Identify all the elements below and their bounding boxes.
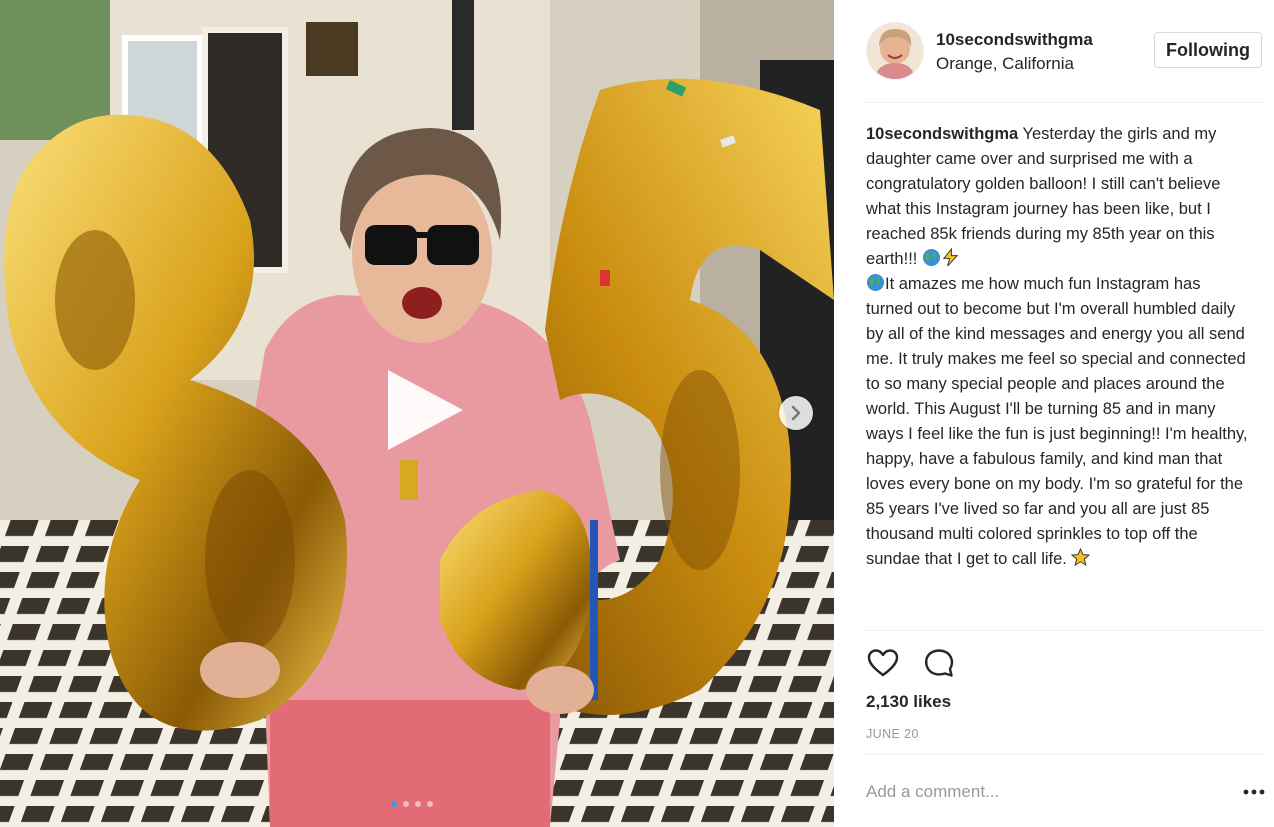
next-slide-button[interactable] bbox=[779, 396, 813, 430]
divider bbox=[866, 754, 1266, 755]
post-actions bbox=[866, 646, 956, 680]
divider bbox=[866, 630, 1266, 631]
carousel-dot bbox=[427, 801, 433, 807]
caption-text: It amazes me how much fun Instagram has … bbox=[866, 275, 1248, 568]
play-icon[interactable] bbox=[378, 365, 468, 455]
carousel-dot bbox=[403, 801, 409, 807]
carousel-dot bbox=[415, 801, 421, 807]
caption-username-link[interactable]: 10secondswithgma bbox=[866, 125, 1018, 143]
post-caption: 10secondswithgma Yesterday the girls and… bbox=[866, 122, 1248, 628]
heart-icon bbox=[867, 649, 899, 677]
comment-icon bbox=[925, 649, 954, 677]
add-comment-input[interactable]: Add a comment... bbox=[866, 782, 999, 802]
divider bbox=[866, 102, 1266, 103]
post-media[interactable] bbox=[0, 0, 834, 827]
profile-picture bbox=[867, 23, 923, 79]
following-button[interactable]: Following bbox=[1154, 32, 1262, 68]
high-voltage-emoji-icon bbox=[942, 248, 959, 267]
more-options-icon[interactable] bbox=[1242, 782, 1266, 802]
globe-emoji-icon bbox=[922, 248, 941, 267]
likes-count[interactable]: 2,130 likes bbox=[866, 692, 951, 712]
caption-text: Yesterday the girls and my daughter came… bbox=[866, 125, 1221, 268]
avatar[interactable] bbox=[866, 22, 924, 80]
post-date: JUNE 20 bbox=[866, 727, 919, 741]
globe-emoji-icon bbox=[866, 273, 885, 292]
chevron-right-icon bbox=[791, 405, 801, 421]
username-link[interactable]: 10secondswithgma bbox=[936, 30, 1093, 50]
location-link[interactable]: Orange, California bbox=[936, 54, 1074, 74]
instagram-post: 10secondswithgma Orange, California Foll… bbox=[0, 0, 1274, 827]
comment-button[interactable] bbox=[922, 646, 956, 680]
post-header: 10secondswithgma Orange, California Foll… bbox=[866, 22, 1266, 84]
carousel-dot bbox=[391, 801, 397, 807]
like-button[interactable] bbox=[866, 646, 900, 680]
post-side-panel: 10secondswithgma Orange, California Foll… bbox=[834, 0, 1274, 827]
carousel-indicator bbox=[391, 801, 433, 807]
star-emoji-icon bbox=[1071, 548, 1091, 567]
